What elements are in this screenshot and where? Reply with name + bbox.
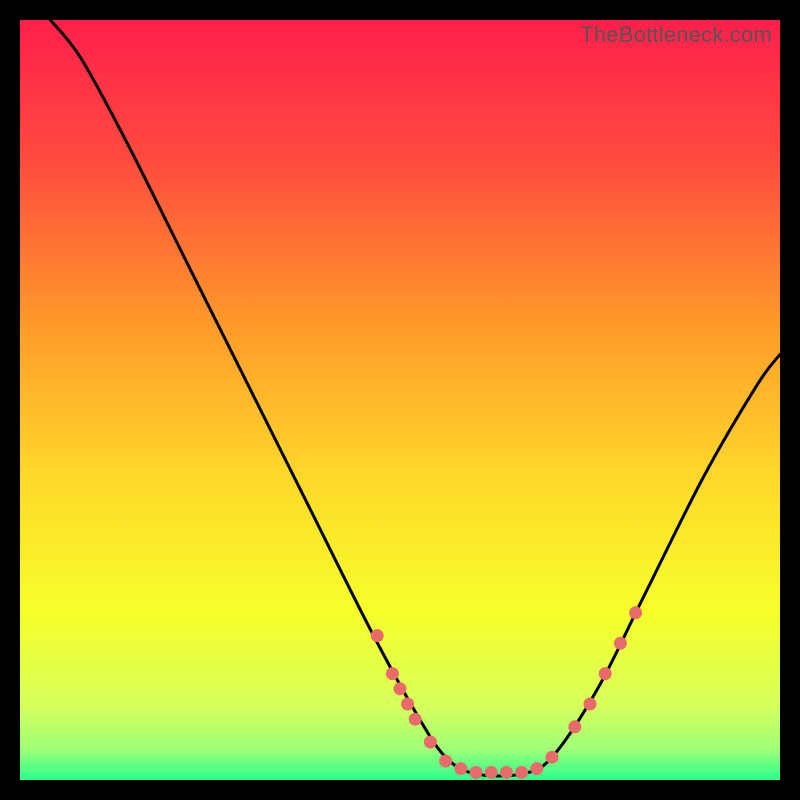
- data-dot: [485, 766, 498, 779]
- data-dot: [470, 766, 483, 779]
- data-dot: [599, 667, 612, 680]
- data-dot: [454, 762, 467, 775]
- data-dot: [584, 698, 597, 711]
- data-dot: [500, 766, 513, 779]
- chart-frame: TheBottleneck.com: [20, 20, 780, 780]
- data-dot: [386, 667, 399, 680]
- data-dot: [629, 606, 642, 619]
- data-dot: [394, 682, 407, 695]
- data-dot: [401, 698, 414, 711]
- data-dot: [546, 751, 559, 764]
- data-dot: [568, 720, 581, 733]
- data-dot: [409, 713, 422, 726]
- data-dot: [439, 755, 452, 768]
- data-dot: [614, 637, 627, 650]
- data-dot: [371, 629, 384, 642]
- data-dot: [515, 766, 528, 779]
- data-dot: [424, 736, 437, 749]
- watermark-text: TheBottleneck.com: [580, 22, 772, 48]
- data-dot: [530, 762, 543, 775]
- bottleneck-chart: [20, 20, 780, 780]
